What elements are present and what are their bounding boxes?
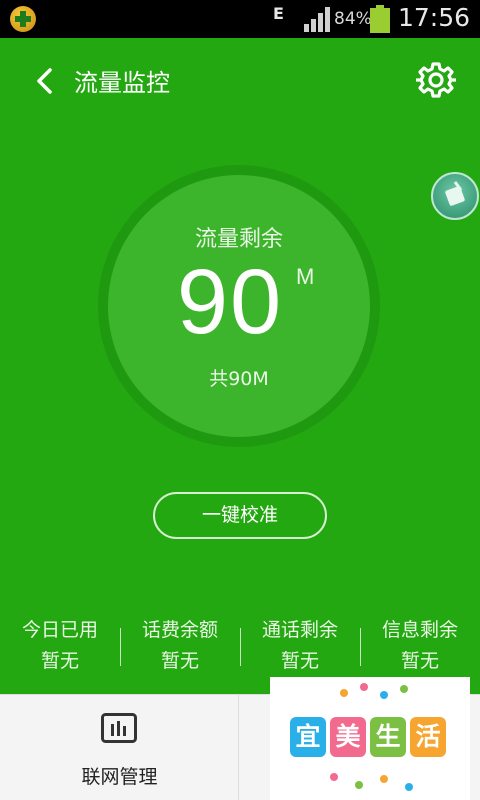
plus-badge-icon xyxy=(10,6,36,32)
broom-icon xyxy=(445,181,465,206)
promo-tile: 美 xyxy=(330,717,366,757)
gauge-label: 流量剩余 xyxy=(194,227,283,252)
promo-banner[interactable]: 宜 美 生 活 xyxy=(270,677,470,800)
stat-value: 暂无 xyxy=(400,650,439,672)
status-bar: E 84% 17:56 xyxy=(0,0,480,38)
gear-icon[interactable] xyxy=(416,60,456,100)
stat-today-used[interactable]: 今日已用 暂无 xyxy=(0,612,120,678)
stat-label: 信息剩余 xyxy=(381,619,458,641)
stat-label: 通话剩余 xyxy=(261,619,338,641)
stat-value: 暂无 xyxy=(160,650,199,672)
stat-call-remaining[interactable]: 通话剩余 暂无 xyxy=(240,612,360,678)
clock: 17:56 xyxy=(398,3,471,32)
stat-balance[interactable]: 话费余额 暂无 xyxy=(120,612,240,678)
promo-tile: 活 xyxy=(410,717,446,757)
stats-row: 今日已用 暂无 话费余额 暂无 通话剩余 暂无 信息剩余 暂无 xyxy=(0,612,480,678)
stat-value: 暂无 xyxy=(280,650,319,672)
stat-sms-remaining[interactable]: 信息剩余 暂无 xyxy=(360,612,480,678)
stat-label: 今日已用 xyxy=(21,619,98,641)
nav-label: 联网管理 xyxy=(81,766,158,788)
promo-tile: 宜 xyxy=(290,717,326,757)
battery-icon xyxy=(370,5,390,33)
chevron-left-icon[interactable] xyxy=(34,67,56,95)
floating-clean-widget[interactable] xyxy=(431,172,479,220)
battery-percent: 84% xyxy=(334,9,372,29)
calibrate-button[interactable]: 一键校准 xyxy=(153,492,327,539)
signal-bars-icon xyxy=(304,7,330,32)
remaining-traffic-unit: M xyxy=(296,264,315,289)
promo-tile: 生 xyxy=(370,717,406,757)
remaining-traffic-value: 90 xyxy=(176,251,284,353)
total-traffic: 共90M xyxy=(209,368,269,390)
network-type-indicator: E xyxy=(273,4,284,23)
stat-value: 暂无 xyxy=(40,650,79,672)
nav-network-management[interactable]: 联网管理 xyxy=(0,695,239,800)
bar-chart-icon xyxy=(101,713,137,743)
stat-label: 话费余额 xyxy=(141,619,218,641)
page-title: 流量监控 xyxy=(74,69,170,97)
promo-logo: 宜 美 生 活 xyxy=(290,717,446,757)
